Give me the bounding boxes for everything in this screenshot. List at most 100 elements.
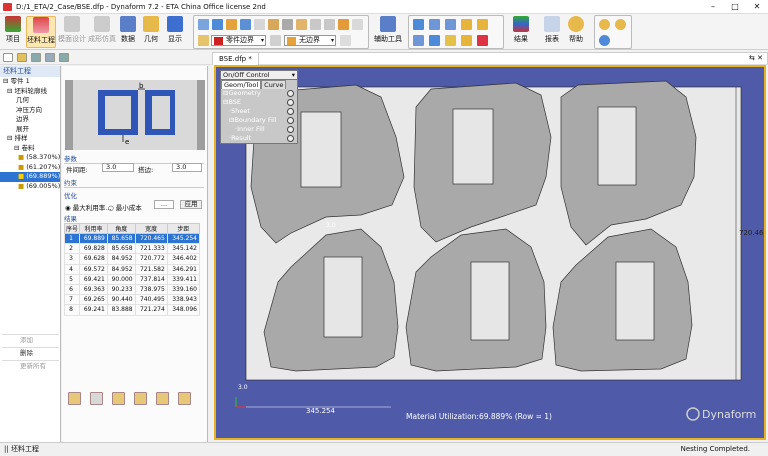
graphics-canvas[interactable]: 720.465 345.254 3.0 3.0 Material Utiliza… xyxy=(214,65,766,440)
part-boundary-combo[interactable]: 零件边界 ▾ xyxy=(211,35,266,46)
globe-icon[interactable] xyxy=(599,35,610,46)
tab-curve[interactable]: Curve xyxy=(261,80,287,89)
table-row[interactable]: 2 69.828 85.658 721.333 345.142 xyxy=(63,243,201,255)
new-icon[interactable] xyxy=(3,53,13,62)
grid-icon[interactable] xyxy=(310,19,321,30)
rotate-icon[interactable] xyxy=(413,35,424,46)
edit-icon[interactable] xyxy=(338,19,349,30)
tab-geom-tool[interactable]: Geom/Tool xyxy=(221,80,262,89)
col-header[interactable]: 序号 xyxy=(63,223,81,234)
stamp-icon[interactable] xyxy=(68,392,81,405)
measure-icon[interactable] xyxy=(413,19,424,30)
table-row[interactable]: 6 69.363 90.233 738.975 339.160 xyxy=(63,283,201,296)
tree-item-geometry[interactable]: 几何 xyxy=(0,96,60,106)
table-row[interactable]: 4 69.572 84.952 721.582 346.291 xyxy=(63,263,201,275)
pan-icon[interactable] xyxy=(112,392,125,405)
onoff-item[interactable]: ⊟Boundary Fill xyxy=(221,116,297,125)
doc-tab[interactable]: BSE.dfp * xyxy=(213,53,259,65)
table-row[interactable]: 7 69.265 90.440 740.495 338.943 xyxy=(63,294,201,306)
open-icon[interactable] xyxy=(17,53,27,62)
maximize-icon[interactable]: □ xyxy=(724,0,746,14)
surface-icon[interactable] xyxy=(226,19,237,30)
arrow-icon[interactable] xyxy=(461,19,472,30)
tree-item-direction[interactable]: 冲压方向 xyxy=(0,106,60,116)
close-icon[interactable]: ✕ xyxy=(746,0,768,14)
tab-menu-icon[interactable]: ⇆ ✕ xyxy=(749,54,763,62)
apply-button[interactable]: 应用 xyxy=(180,200,202,209)
table-row[interactable]: 1 69.889 85.658 720.465 345.254 xyxy=(63,232,201,245)
node-icon[interactable] xyxy=(268,19,279,30)
save-as-icon[interactable] xyxy=(45,53,55,62)
tree-item-part[interactable]: ⊟ 零件 1 xyxy=(0,77,60,87)
constraint-header[interactable]: 约束 xyxy=(64,177,204,188)
tree-item-unfold[interactable]: 展开 xyxy=(0,125,60,135)
element-icon[interactable] xyxy=(296,19,307,30)
print-icon[interactable] xyxy=(59,53,69,62)
delete-button[interactable]: 删除 xyxy=(2,347,59,358)
export-icon[interactable] xyxy=(156,392,169,405)
help-icon[interactable] xyxy=(599,19,610,30)
tree-item-boundary[interactable]: 边界 xyxy=(0,115,60,125)
add-button[interactable]: 添加 xyxy=(2,334,59,345)
die-face-design-button[interactable]: 模面设计 xyxy=(58,16,86,44)
tree-item-result[interactable]: ■ (58.370%) xyxy=(0,153,60,163)
delete-icon[interactable] xyxy=(477,35,488,46)
tree-item-nesting[interactable]: ⊟ 排样 xyxy=(0,134,60,144)
onoff-item[interactable]: ·Result xyxy=(221,134,297,143)
tree-item-coil[interactable]: ⊟ 卷料 xyxy=(0,144,60,154)
optimize-header[interactable]: 优化 xyxy=(64,190,204,200)
onoff-title[interactable]: On/Off Control ▾ xyxy=(221,71,297,80)
aux-tools-button[interactable]: 辅助工具 xyxy=(372,16,404,44)
tag-icon[interactable] xyxy=(477,19,488,30)
mesh-icon[interactable] xyxy=(282,19,293,30)
boundary-combo[interactable]: 无边界 ▾ xyxy=(284,35,336,46)
report-icon[interactable] xyxy=(178,392,191,405)
angle-icon[interactable] xyxy=(429,19,440,30)
blank-engineering-button[interactable]: 坯料工程 xyxy=(26,16,56,48)
distance-icon[interactable] xyxy=(445,19,456,30)
pencil-icon[interactable] xyxy=(340,35,351,46)
update-all-button[interactable]: 更新所有 xyxy=(2,360,59,371)
more-button[interactable]: ... xyxy=(154,200,174,209)
part-icon[interactable] xyxy=(324,19,335,30)
part-gap-input[interactable]: 3.0 xyxy=(102,163,134,172)
table-row[interactable]: 5 69.421 90.000 737.814 339.411 xyxy=(63,273,201,285)
opt-min-radio[interactable]: ○ 最小成本 xyxy=(108,202,142,212)
opt-max-radio[interactable]: ◉ 最大利用率... xyxy=(65,202,111,212)
col-header[interactable]: 步距 xyxy=(166,223,201,234)
solid-icon[interactable] xyxy=(240,19,251,30)
results-button[interactable]: 结果 xyxy=(510,16,532,44)
table-row[interactable]: 3 69.628 84.952 720.772 346.402 xyxy=(63,253,201,265)
select-icon[interactable] xyxy=(198,19,209,30)
geometry-button[interactable]: 几何 xyxy=(141,16,161,44)
onoff-item[interactable]: ⊟BSE xyxy=(221,98,297,107)
cube-icon[interactable] xyxy=(212,19,223,30)
transform-icon[interactable] xyxy=(429,35,440,46)
edge-gap-input[interactable]: 3.0 xyxy=(172,163,202,172)
onoff-item[interactable]: ⊟Geometry xyxy=(221,89,297,98)
minimize-icon[interactable]: – xyxy=(702,0,724,14)
col-header[interactable]: 角度 xyxy=(106,223,136,234)
layout-icon[interactable] xyxy=(134,392,147,405)
onoff-item[interactable]: ·Inner Fill xyxy=(221,125,297,134)
tree-item-result-selected[interactable]: ■ (69.889%) xyxy=(0,172,60,182)
check-icon[interactable] xyxy=(270,35,281,46)
col-header[interactable]: 宽度 xyxy=(134,223,168,234)
tree-item-outline[interactable]: ⊟ 坯料轮廓线 xyxy=(0,87,60,97)
doc-icon[interactable] xyxy=(352,19,363,30)
save-icon[interactable] xyxy=(31,53,41,62)
onoff-item[interactable]: ·Sheet xyxy=(221,107,297,116)
data-button[interactable]: 数据 xyxy=(118,16,138,44)
mirror-icon[interactable] xyxy=(461,35,472,46)
project-button[interactable]: 项目 xyxy=(3,16,23,44)
grid-tool-icon[interactable] xyxy=(90,392,103,405)
tree-item-result[interactable]: ■ (69.005%) xyxy=(0,182,60,192)
report-button[interactable]: 报表 xyxy=(542,16,562,44)
display-button[interactable]: 显示 xyxy=(165,16,185,44)
info-icon[interactable] xyxy=(615,19,626,30)
tree-item-result[interactable]: ■ (61.207%) xyxy=(0,163,60,173)
col-header[interactable]: 利用率 xyxy=(79,223,108,234)
layer-icon[interactable] xyxy=(198,35,209,46)
forming-sim-button[interactable]: 成形仿真 xyxy=(88,16,116,44)
help-button[interactable]: 帮助 xyxy=(566,16,586,44)
